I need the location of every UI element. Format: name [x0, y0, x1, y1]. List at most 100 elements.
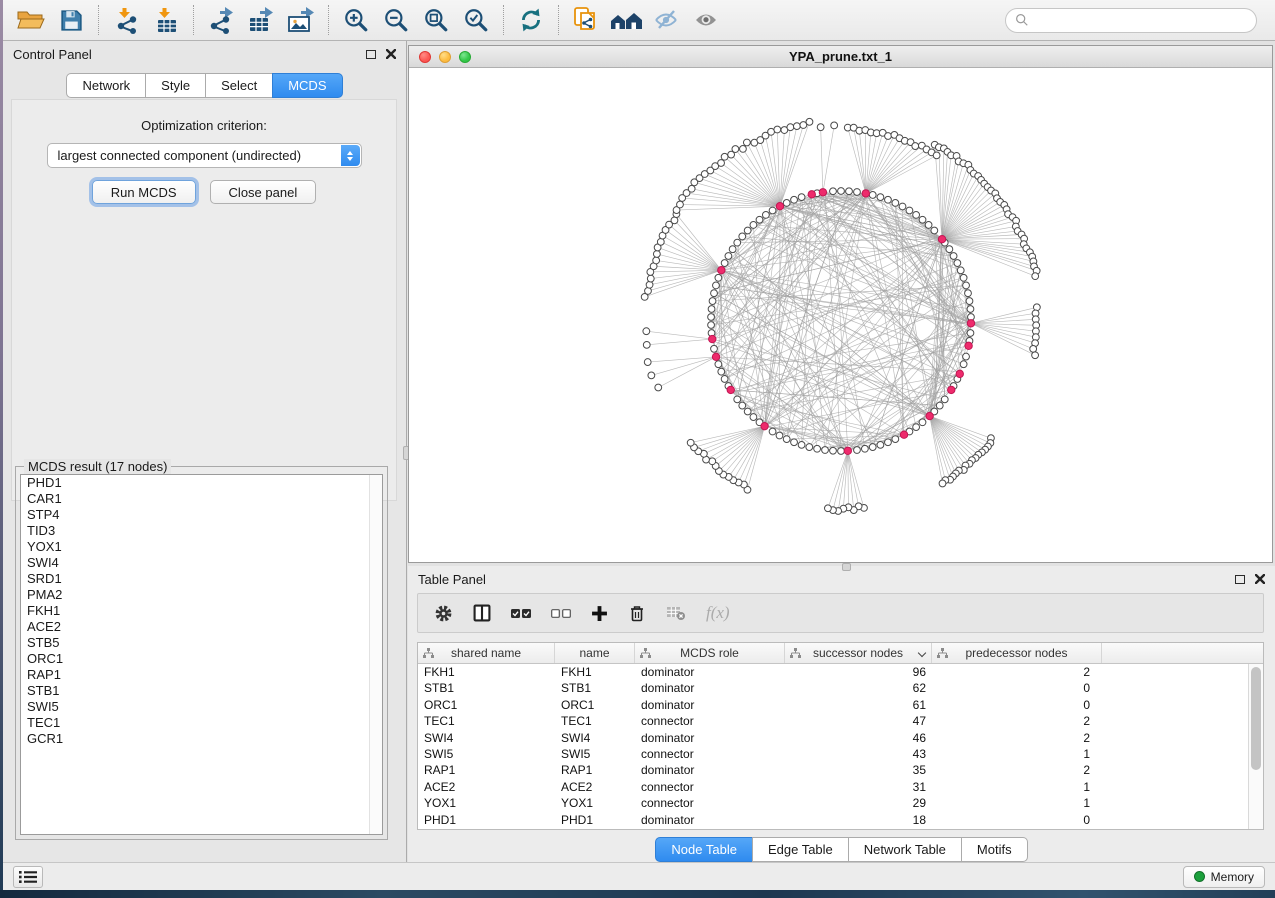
cell-predecessor-nodes: 2 — [932, 664, 1102, 680]
import-table-button[interactable] — [146, 3, 186, 37]
table-scrollbar[interactable] — [1248, 664, 1263, 829]
export-table-button[interactable] — [241, 3, 281, 37]
zoom-in-icon — [343, 7, 369, 33]
table-panel-tab[interactable]: Network Table — [848, 837, 962, 862]
column-header-label: MCDS role — [680, 646, 739, 660]
deselect-all-checkboxes-button[interactable] — [551, 609, 571, 618]
zoom-out-button[interactable] — [376, 3, 416, 37]
cell-mcds-role: dominator — [635, 680, 785, 696]
criterion-select[interactable]: largest connected component (undirected) — [47, 143, 362, 168]
memory-button[interactable]: Memory — [1183, 866, 1265, 888]
cell-successor-nodes: 46 — [785, 730, 932, 746]
mcds-result-item[interactable]: SWI4 — [21, 555, 382, 571]
control-panel-tab[interactable]: Style — [145, 73, 206, 98]
hide-eye-button[interactable] — [646, 3, 686, 37]
zoom-selected-button[interactable] — [456, 3, 496, 37]
table-row[interactable]: SWI4 SWI4 dominator 46 2 — [418, 730, 1248, 746]
mcds-result-item[interactable]: SRD1 — [21, 571, 382, 587]
gear-button[interactable] — [434, 604, 453, 623]
open-file-button[interactable] — [11, 3, 51, 37]
column-header[interactable]: shared name — [418, 643, 555, 663]
close-panel-icon[interactable] — [1255, 574, 1265, 584]
mcds-result-item[interactable]: SWI5 — [21, 699, 382, 715]
float-panel-icon[interactable] — [1235, 575, 1245, 584]
mcds-result-item[interactable]: PHD1 — [21, 475, 382, 491]
table-row[interactable]: SWI5 SWI5 connector 43 1 — [418, 746, 1248, 762]
mcds-result-groupbox: MCDS result (17 nodes) PHD1CAR1STP4TID3Y… — [15, 466, 388, 840]
close-panel-icon[interactable] — [386, 49, 396, 59]
column-header[interactable]: successor nodes — [785, 643, 932, 663]
window-minimize-icon[interactable] — [439, 51, 451, 63]
table-panel-tab[interactable]: Motifs — [961, 837, 1028, 862]
cell-name: ORC1 — [555, 697, 635, 713]
export-network-button[interactable] — [201, 3, 241, 37]
table-panel-tab[interactable]: Node Table — [655, 837, 753, 862]
table-row[interactable]: RAP1 RAP1 dominator 35 2 — [418, 762, 1248, 778]
mcds-result-item[interactable]: RAP1 — [21, 667, 382, 683]
column-header[interactable]: name — [555, 643, 635, 663]
mcds-result-item[interactable]: ACE2 — [21, 619, 382, 635]
export-image-button[interactable] — [281, 3, 321, 37]
column-header[interactable]: MCDS role — [635, 643, 785, 663]
mcds-result-item[interactable]: FKH1 — [21, 603, 382, 619]
table-row[interactable]: ORC1 ORC1 dominator 61 0 — [418, 697, 1248, 713]
mcds-result-item[interactable]: TEC1 — [21, 715, 382, 731]
table-row[interactable]: ACE2 ACE2 connector 31 1 — [418, 779, 1248, 795]
network-window-titlebar[interactable]: YPA_prune.txt_1 — [409, 46, 1272, 68]
save-session-icon — [59, 8, 84, 33]
home-networks-icon — [609, 8, 643, 32]
close-panel-button[interactable]: Close panel — [210, 180, 317, 204]
network-canvas[interactable] — [409, 68, 1272, 562]
column-header[interactable]: predecessor nodes — [932, 643, 1102, 663]
window-zoom-icon[interactable] — [459, 51, 471, 63]
horizontal-splitter-handle[interactable] — [842, 563, 851, 571]
mcds-result-item[interactable]: CAR1 — [21, 491, 382, 507]
table-row[interactable]: PHD1 PHD1 dominator 18 0 — [418, 812, 1248, 828]
cell-shared-name: SWI4 — [418, 730, 555, 746]
mcds-result-item[interactable]: STP4 — [21, 507, 382, 523]
window-close-icon[interactable] — [419, 51, 431, 63]
delete-column-button[interactable] — [628, 604, 646, 623]
mcds-result-item[interactable]: GCR1 — [21, 731, 382, 747]
run-mcds-button[interactable]: Run MCDS — [92, 180, 196, 204]
zoom-selected-icon — [463, 7, 489, 33]
cell-successor-nodes: 62 — [785, 680, 932, 696]
add-column-button[interactable] — [591, 605, 608, 622]
float-panel-icon[interactable] — [366, 50, 376, 59]
import-network-button[interactable] — [106, 3, 146, 37]
mcds-result-item[interactable]: YOX1 — [21, 539, 382, 555]
mcds-result-item[interactable]: STB5 — [21, 635, 382, 651]
refresh-button[interactable] — [511, 3, 551, 37]
mcds-result-item[interactable]: STB1 — [21, 683, 382, 699]
show-eye-button[interactable] — [686, 3, 726, 37]
search-box[interactable] — [1005, 8, 1257, 33]
table-row[interactable]: STB1 STB1 dominator 62 0 — [418, 680, 1248, 696]
column-header-label: name — [579, 646, 609, 660]
save-session-button[interactable] — [51, 3, 91, 37]
cell-name: FKH1 — [555, 664, 635, 680]
table-row[interactable]: TEC1 TEC1 connector 47 2 — [418, 713, 1248, 729]
mcds-result-item[interactable]: TID3 — [21, 523, 382, 539]
optimization-criterion-label: Optimization criterion: — [12, 118, 396, 133]
duplicate-network-button[interactable] — [566, 3, 606, 37]
home-networks-button[interactable] — [606, 3, 646, 37]
table-row[interactable]: FKH1 FKH1 dominator 96 2 — [418, 664, 1248, 680]
split-columns-button[interactable] — [473, 604, 491, 622]
mcds-result-item[interactable]: PMA2 — [21, 587, 382, 603]
mcds-result-item[interactable]: ORC1 — [21, 651, 382, 667]
search-input[interactable] — [1029, 13, 1247, 27]
zoom-in-button[interactable] — [336, 3, 376, 37]
table-row[interactable]: YOX1 YOX1 connector 29 1 — [418, 795, 1248, 811]
control-panel-tab[interactable]: MCDS — [272, 73, 342, 98]
zoom-fit-button[interactable] — [416, 3, 456, 37]
control-panel-tab[interactable]: Select — [205, 73, 273, 98]
mcds-list-scrollbar[interactable] — [369, 475, 382, 834]
select-all-checkboxes-button[interactable] — [511, 609, 531, 618]
function-builder-button[interactable]: f(x) — [706, 603, 730, 623]
delete-table-button[interactable] — [666, 605, 686, 621]
task-history-button[interactable] — [13, 866, 43, 888]
table-scrollbar-thumb[interactable] — [1251, 667, 1261, 770]
unchecked-box-icon — [562, 609, 571, 618]
table-panel-tab[interactable]: Edge Table — [752, 837, 849, 862]
control-panel-tab[interactable]: Network — [66, 73, 146, 98]
